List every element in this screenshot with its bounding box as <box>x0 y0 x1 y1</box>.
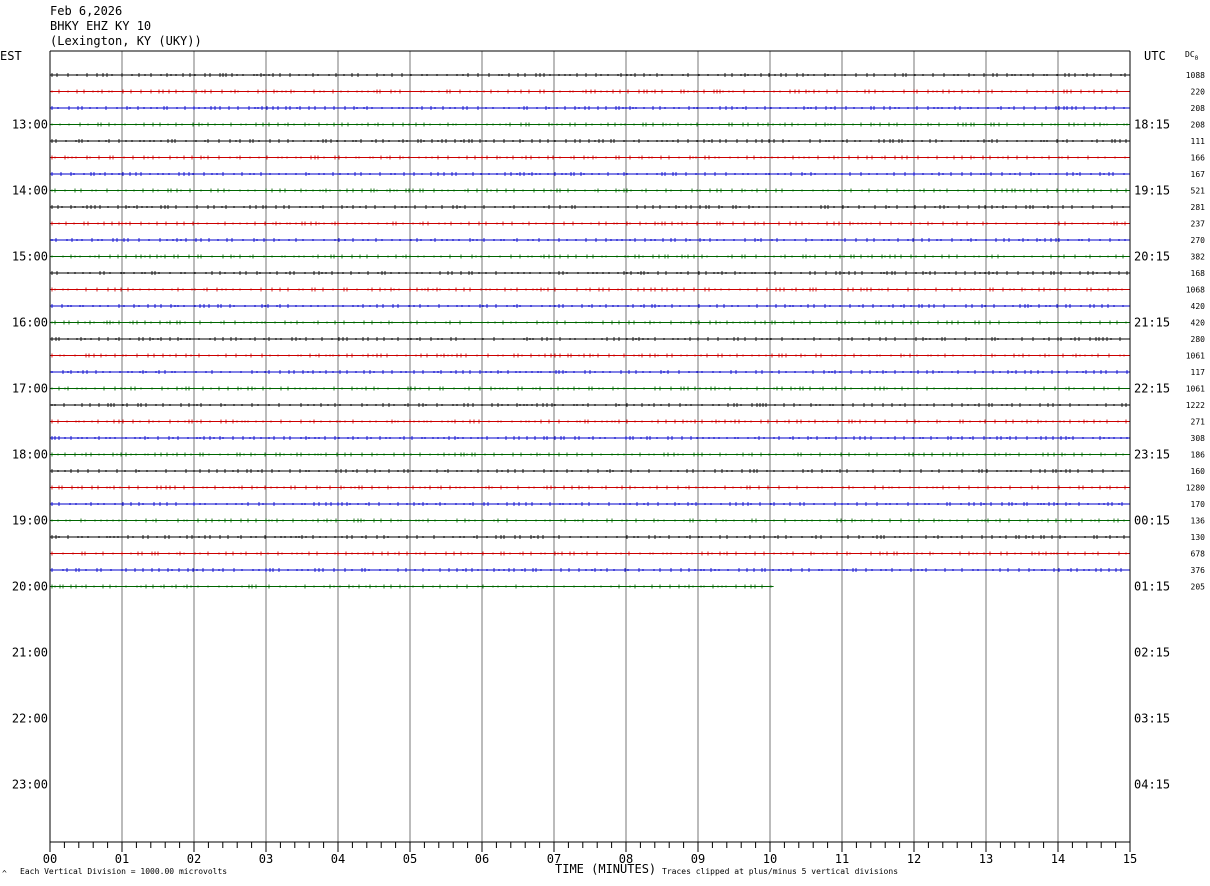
left-time-label: 16:00 <box>12 316 48 330</box>
left-time-label: 17:00 <box>12 382 48 396</box>
dc-offset-label: 420 <box>1191 302 1206 311</box>
dc-offset-label: 420 <box>1191 319 1206 328</box>
helicorder-plot: EST UTC DC0 13:00 14:00 15:00 16:00 17:00 18:… <box>0 49 1205 866</box>
dc-offset-label: 220 <box>1191 88 1206 97</box>
dc-offset-label: 1061 <box>1186 352 1205 361</box>
dc-offset-label: 186 <box>1191 451 1206 460</box>
dc-offset-label: 1061 <box>1186 385 1205 394</box>
right-time-label: 18:15 <box>1134 118 1170 132</box>
x-tick-label: 13 <box>979 852 993 866</box>
x-tick-label: 12 <box>907 852 921 866</box>
right-time-label: 23:15 <box>1134 448 1170 462</box>
seismic-traces <box>50 73 1130 589</box>
x-tick-label: 04 <box>331 852 345 866</box>
dc-offset-label: 237 <box>1191 220 1206 229</box>
dc-offset-labels: 1088 220 208 208 111 166 167 521 281 237 270 382 168… <box>1186 71 1205 592</box>
x-axis-title: TIME (MINUTES) <box>555 862 657 876</box>
x-tick-label: 09 <box>691 852 705 866</box>
dc-offset-label: 376 <box>1191 566 1206 575</box>
dc-subscript: 0 <box>1195 55 1199 62</box>
left-time-label: 22:00 <box>12 712 48 726</box>
dc-offset-label: 208 <box>1191 104 1206 113</box>
dc-offset-label: 1222 <box>1186 401 1205 410</box>
right-time-label: 03:15 <box>1134 712 1170 726</box>
x-tick-label: 03 <box>259 852 273 866</box>
left-time-label: 15:00 <box>12 250 48 264</box>
dc-offset-label: 382 <box>1191 253 1206 262</box>
right-axis-label: UTC <box>1144 49 1166 63</box>
x-tick-label: 06 <box>475 852 489 866</box>
left-time-label: 21:00 <box>12 646 48 660</box>
corner-mark: ^ <box>2 869 7 878</box>
x-tick-label: 02 <box>187 852 201 866</box>
dc-offset-label: 117 <box>1191 368 1206 377</box>
right-time-label: 00:15 <box>1134 514 1170 528</box>
right-time-label: 22:15 <box>1134 382 1170 396</box>
dc-offset-label: 167 <box>1191 170 1206 179</box>
right-time-label: 19:15 <box>1134 184 1170 198</box>
right-time-label: 21:15 <box>1134 316 1170 330</box>
dc-offset-label: 166 <box>1191 154 1206 163</box>
x-tick-label: 01 <box>115 852 129 866</box>
right-time-label: 20:15 <box>1134 250 1170 264</box>
dc-offset-label: 208 <box>1191 121 1206 130</box>
x-tick-label: 00 <box>43 852 57 866</box>
dc-offset-label: 280 <box>1191 335 1206 344</box>
dc-offset-label: 1088 <box>1186 71 1205 80</box>
right-time-label: 04:15 <box>1134 778 1170 792</box>
left-time-label: 14:00 <box>12 184 48 198</box>
x-tick-label: 15 <box>1123 852 1137 866</box>
x-tick-label: 10 <box>763 852 777 866</box>
dc-offset-label: 678 <box>1191 550 1206 559</box>
dc-offset-label: 1068 <box>1186 286 1205 295</box>
left-time-label: 13:00 <box>12 118 48 132</box>
right-time-label: 01:15 <box>1134 580 1170 594</box>
clipping-note: Traces clipped at plus/minus 5 vertical … <box>662 867 899 876</box>
dc-offset-label: 1280 <box>1186 484 1205 493</box>
dc-offset-label: 130 <box>1191 533 1206 542</box>
vertical-division-note: Each Vertical Division = 1000.00 microvo… <box>20 867 228 876</box>
left-time-label: 20:00 <box>12 580 48 594</box>
left-axis-label: EST <box>0 49 22 63</box>
left-time-label: 19:00 <box>12 514 48 528</box>
dc-offset-label: 205 <box>1191 583 1206 592</box>
dc-offset-label: 168 <box>1191 269 1206 278</box>
dc-label: DC0 <box>1185 50 1199 62</box>
dc-offset-label: 271 <box>1191 418 1206 427</box>
x-tick-label: 11 <box>835 852 849 866</box>
dc-offset-label: 136 <box>1191 517 1206 526</box>
dc-offset-label: 270 <box>1191 236 1206 245</box>
dc-offset-label: 160 <box>1191 467 1206 476</box>
dc-offset-label: 308 <box>1191 434 1206 443</box>
left-time-label: 23:00 <box>12 778 48 792</box>
right-time-label: 02:15 <box>1134 646 1170 660</box>
left-time-label: 18:00 <box>12 448 48 462</box>
x-tick-label: 05 <box>403 852 417 866</box>
dc-offset-label: 111 <box>1191 137 1206 146</box>
dc-offset-label: 521 <box>1191 187 1206 196</box>
dc-offset-label: 281 <box>1191 203 1206 212</box>
axes <box>49 50 1131 852</box>
minute-gridlines <box>121 51 1059 842</box>
x-tick-label: 14 <box>1051 852 1065 866</box>
dc-offset-label: 170 <box>1191 500 1206 509</box>
